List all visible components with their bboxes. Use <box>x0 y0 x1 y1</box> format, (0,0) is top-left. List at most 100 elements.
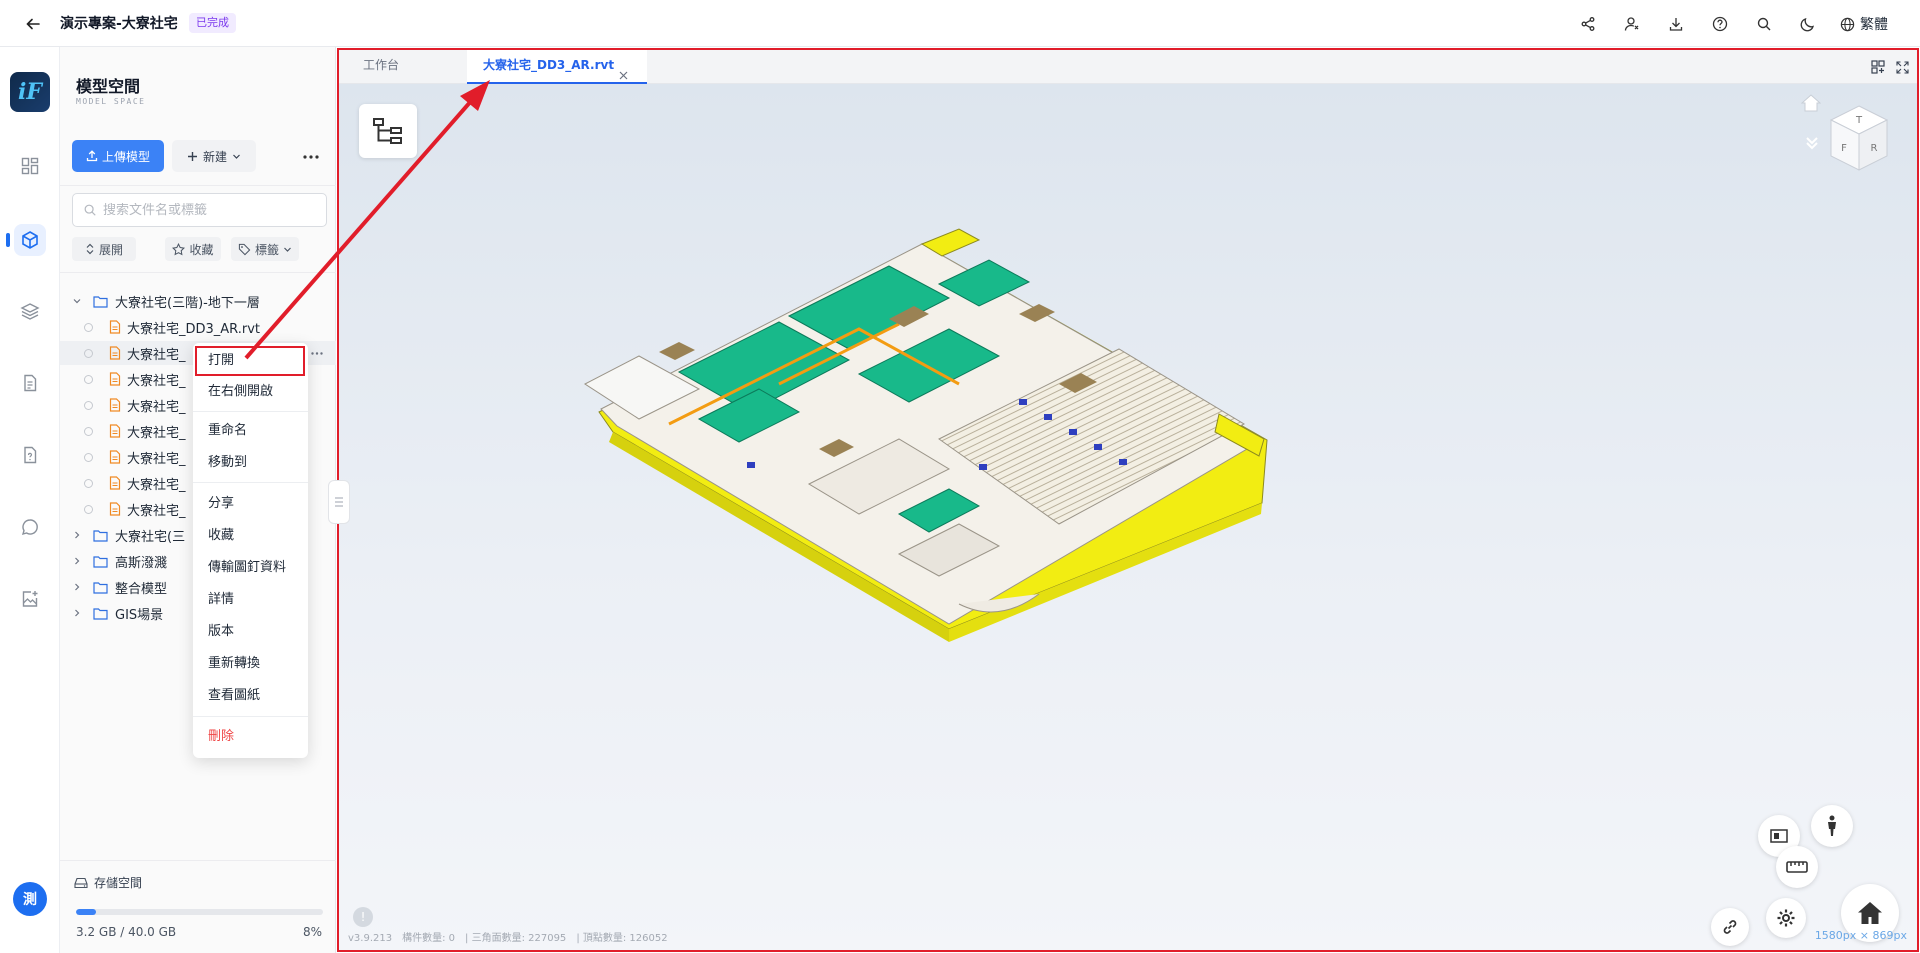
status-dot <box>84 322 93 332</box>
render-stats: v3.9.213 構件數量: 0 | 三角面數量: 227095 | 頂點數量: 12… <box>348 933 668 944</box>
file-icon <box>109 372 121 386</box>
chevron-down-icon <box>283 245 292 254</box>
tags-filter-button[interactable]: 標籤 <box>231 237 299 261</box>
favorite-filter-button[interactable]: 收藏 <box>165 237 221 261</box>
tab-workbench[interactable]: 工作台 <box>339 50 467 84</box>
document-icon <box>20 373 40 393</box>
user-avatar[interactable]: 測 <box>13 882 47 916</box>
rail-comments[interactable] <box>14 511 46 543</box>
favorite-filter-label: 收藏 <box>189 242 214 257</box>
menu-item-open[interactable]: 打開 <box>193 346 308 376</box>
storage-progress-bar <box>76 909 323 915</box>
tree-label: 大寮社宅(三階)-地下一層 <box>115 295 260 311</box>
hard-drive-icon <box>74 877 88 889</box>
vertex-count: 頂點數量: 126052 <box>582 933 668 944</box>
cube-face-top[interactable]: T <box>1855 115 1863 126</box>
panel-title: 模型空間 <box>76 77 141 96</box>
storage-used: 3.2 GB / 40.0 GB <box>76 925 177 939</box>
tree-folder-item[interactable]: 大寮社宅(三階)-地下一層 <box>60 289 336 313</box>
measure-button[interactable] <box>1776 846 1818 888</box>
file-icon <box>109 346 121 360</box>
menu-item-view-drawings[interactable]: 查看圖紙 <box>193 681 308 711</box>
chevron-right-icon[interactable] <box>72 530 82 540</box>
home-view-button[interactable] <box>1801 94 1821 112</box>
split-view-button[interactable] <box>1869 58 1887 76</box>
tree-label: 大寮社宅_ <box>127 399 186 415</box>
model-tree-toggle-button[interactable] <box>359 104 417 158</box>
expand-filter-button[interactable]: 展開 <box>72 237 136 261</box>
fullscreen-button[interactable] <box>1893 58 1911 76</box>
storage-label: 存儲空間 <box>94 876 143 890</box>
version-text: v3.9.213 <box>348 933 393 944</box>
info-icon[interactable]: ! <box>353 907 373 927</box>
rail-image-add[interactable] <box>14 583 46 615</box>
help-button[interactable] <box>1708 12 1732 36</box>
menu-item-delete[interactable]: 刪除 <box>193 722 308 752</box>
row-more-icon[interactable] <box>309 351 325 355</box>
folder-icon <box>93 295 108 308</box>
tab-model-file[interactable]: 大寮社宅_DD3_AR.rvt <box>467 50 647 84</box>
storage-progress-fill <box>76 909 96 915</box>
search-input[interactable] <box>103 202 313 218</box>
menu-item-details[interactable]: 詳情 <box>193 585 308 615</box>
settings-button[interactable] <box>1766 898 1806 938</box>
model-viewer-canvas[interactable]: T F R ! v3.9.213 構件數量: 0 | 三角面數量: 227095… <box>339 84 1917 950</box>
view-options-button[interactable] <box>1805 136 1819 150</box>
rail-help-docs[interactable] <box>14 439 46 471</box>
tree-file-item[interactable]: 大寮社宅_DD3_AR.rvt <box>60 315 336 339</box>
menu-item-versions[interactable]: 版本 <box>193 617 308 647</box>
rail-layers[interactable] <box>14 295 46 327</box>
search-button[interactable] <box>1752 12 1776 36</box>
chevron-right-icon[interactable] <box>72 608 82 618</box>
menu-item-rename[interactable]: 重命名 <box>193 416 308 446</box>
chevron-up-down-icon <box>85 243 95 255</box>
layers-icon <box>20 301 40 321</box>
walk-mode-button[interactable] <box>1811 805 1853 847</box>
new-button[interactable]: 新建 <box>172 140 256 172</box>
panel-more-button[interactable] <box>301 147 321 167</box>
chevron-right-icon[interactable] <box>72 582 82 592</box>
menu-item-move-to[interactable]: 移動到 <box>193 448 308 478</box>
component-count: 構件數量: 0 <box>402 933 456 944</box>
top-actions: 繁體 <box>1556 12 1888 36</box>
menu-item-reconvert[interactable]: 重新轉換 <box>193 649 308 679</box>
menu-item-open-right[interactable]: 在右側開啟 <box>193 377 308 407</box>
menu-item-transfer-pins[interactable]: 傳輸圖釘資料 <box>193 553 308 583</box>
chat-bubble-icon <box>20 517 40 537</box>
cube-face-right[interactable]: R <box>1871 143 1878 154</box>
cube-icon <box>20 230 40 250</box>
members-button[interactable] <box>1620 12 1644 36</box>
rail-active-indicator <box>6 233 10 247</box>
rail-documents[interactable] <box>14 367 46 399</box>
status-badge: 已完成 <box>189 13 236 33</box>
tree-label: 高斯潑濺 <box>115 555 168 571</box>
back-button[interactable] <box>22 13 44 35</box>
tree-label: 大寮社宅_ <box>127 347 186 363</box>
collapse-lines-icon <box>334 496 344 508</box>
menu-item-share[interactable]: 分享 <box>193 489 308 519</box>
chevron-right-icon[interactable] <box>72 556 82 566</box>
expand-filter-label: 展開 <box>98 242 123 257</box>
file-icon <box>109 502 121 516</box>
navigation-cube[interactable]: T F R <box>1827 102 1891 178</box>
storage-heading: 存儲空間 <box>74 874 142 891</box>
rail-dashboard[interactable] <box>14 150 46 182</box>
fullscreen-icon <box>1895 60 1909 74</box>
share-button[interactable] <box>1576 12 1600 36</box>
cube-face-front[interactable]: F <box>1841 143 1847 154</box>
rail-model-space[interactable] <box>14 224 46 256</box>
tree-label: 大寮社宅_ <box>127 477 186 493</box>
theme-toggle-button[interactable] <box>1796 12 1820 36</box>
status-dot <box>84 452 93 462</box>
folder-icon <box>93 607 108 620</box>
folder-icon <box>93 581 108 594</box>
file-icon <box>109 424 121 438</box>
download-button[interactable] <box>1664 12 1688 36</box>
panel-collapse-handle[interactable] <box>328 480 350 524</box>
link-button[interactable] <box>1711 908 1749 946</box>
panel-divider-bottom <box>60 860 336 861</box>
menu-item-favorite[interactable]: 收藏 <box>193 521 308 551</box>
language-button[interactable]: 繁體 <box>1840 14 1888 34</box>
chevron-down-icon[interactable] <box>72 296 82 306</box>
upload-model-button[interactable]: 上傳模型 <box>72 140 164 172</box>
